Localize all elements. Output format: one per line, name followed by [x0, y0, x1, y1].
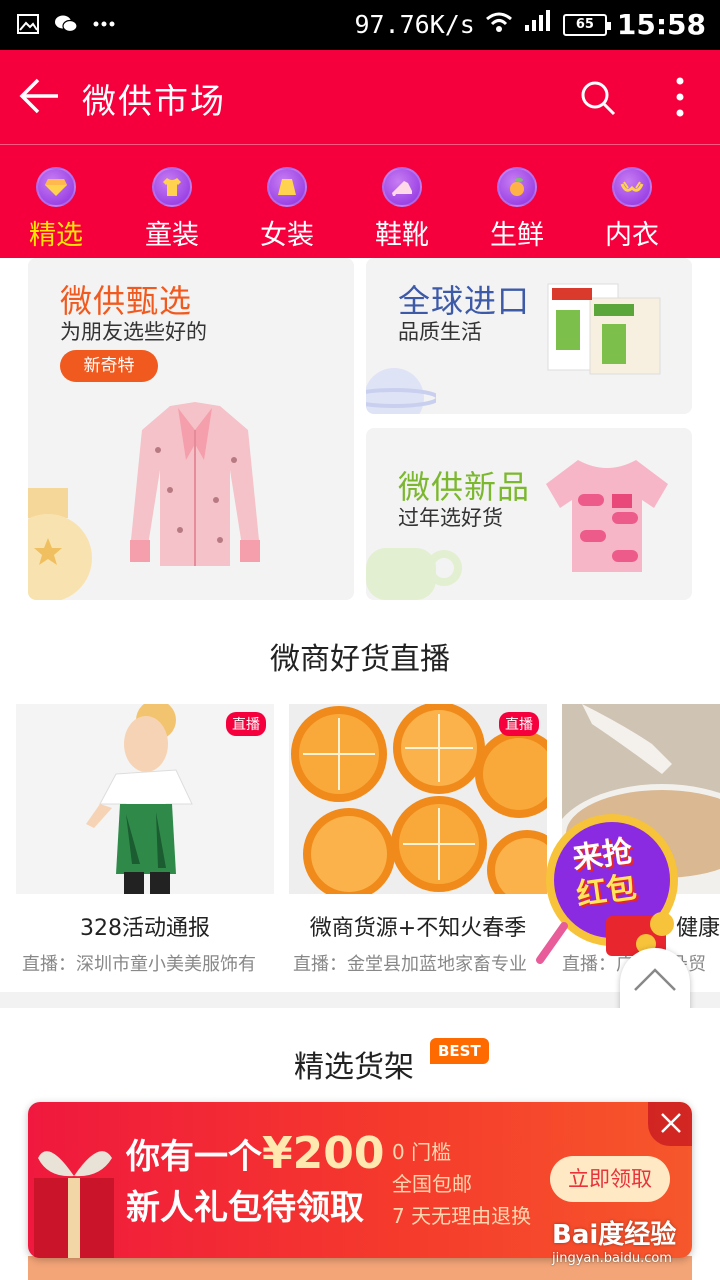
tab-tongzhuang[interactable]: 童装 [122, 167, 222, 252]
category-tabs: 精选 童装 女装 鞋靴 生鲜 内衣 [0, 144, 720, 258]
promo-area: 微供甄选 为朋友选些好的 新奇特 全球进口 品质生活 微供新品 过年选好货 [0, 258, 720, 616]
wifi-icon [485, 10, 513, 40]
chevron-up-icon [634, 968, 676, 991]
cup-decoration-icon [366, 548, 462, 600]
more-notifications-icon [92, 12, 116, 36]
shelf-title: 精选货架 [294, 1050, 414, 1085]
claim-now-button[interactable]: 立即领取 [550, 1156, 670, 1202]
red-packet-button[interactable]: 来抢 红包 [536, 808, 690, 968]
back-arrow-icon [19, 78, 58, 114]
promo-card-weigong-select[interactable]: 微供甄选 为朋友选些好的 新奇特 [28, 258, 354, 600]
tab-jingxuan[interactable]: 精选 [6, 167, 106, 252]
gift-feature: 全国包邮 [392, 1172, 472, 1196]
high-heel-icon [382, 167, 422, 207]
live-badge: 直播 [499, 712, 539, 736]
promo-subtitle: 为朋友选些好的 [60, 320, 207, 344]
promo-subtitle: 品质生活 [398, 320, 482, 344]
section-title: 微商好货直播 [270, 642, 450, 677]
goat-soap-image [547, 283, 661, 375]
tab-label: 内衣 [605, 220, 659, 251]
pink-tshirt-image [546, 460, 668, 572]
pink-blouse-image [130, 402, 260, 566]
promo-card-new-products[interactable]: 微供新品 过年选好货 [366, 428, 692, 600]
live-title: 328活动通报 [80, 916, 210, 941]
gem-icon [36, 167, 76, 207]
app-header: 微供市场 [0, 50, 720, 144]
live-badge: 直播 [226, 712, 266, 736]
tab-neiyi[interactable]: 内衣 [582, 167, 682, 252]
search-button[interactable] [578, 78, 618, 118]
back-button[interactable] [18, 74, 62, 118]
live-subtitle: 直播：深圳市童小美美服饰有 [22, 954, 256, 975]
gift-feature: 0 门槛 [392, 1140, 452, 1164]
wechat-notification-icon [54, 12, 78, 36]
tab-label: 童装 [145, 220, 199, 251]
live-thumbnail: 直播 [16, 704, 274, 894]
planet-decoration-icon [366, 368, 436, 414]
image-notification-icon [16, 12, 40, 36]
tab-label: 鞋靴 [375, 220, 429, 251]
close-icon [661, 1113, 681, 1133]
live-subtitle: 直播：金堂县加蓝地家畜专业 [293, 954, 527, 975]
skirt-icon [267, 167, 307, 207]
gift-line1-prefix: 你有一个 [126, 1137, 262, 1177]
gift-line1: 你有一个¥200 [126, 1128, 384, 1179]
gift-line2: 新人礼包待领取 [126, 1188, 364, 1228]
promo-card-global-import[interactable]: 全球进口 品质生活 [366, 258, 692, 414]
battery-icon: 65 [562, 13, 611, 36]
live-title: 微商货源+不知火春季 [309, 916, 527, 941]
red-packet-line2: 红包 [574, 869, 639, 913]
baidu-watermark: Bai度经验 jingyan.baidu.com [552, 1214, 712, 1274]
gift-box-icon [34, 1151, 114, 1258]
more-menu-button[interactable] [662, 74, 698, 120]
tab-nvzhuang[interactable]: 女装 [237, 167, 337, 252]
status-bar: 97.76K/s 65 15:58 [0, 0, 720, 50]
watermark-url: jingyan.baidu.com [552, 1251, 672, 1266]
live-item[interactable]: 直播 328活动通报 直播：深圳市童小美美服饰有 [16, 704, 274, 976]
bra-icon [612, 167, 652, 207]
gift-feature: 7 天无理由退换 [392, 1204, 532, 1228]
close-banner-button[interactable] [648, 1102, 692, 1146]
gift-amount: ¥200 [262, 1128, 385, 1179]
best-tag: BEST [430, 1038, 489, 1064]
page-title: 微供市场 [82, 82, 226, 122]
medal-decoration-icon [28, 488, 92, 600]
signal-icon [523, 9, 553, 40]
tab-xiexue[interactable]: 鞋靴 [352, 167, 452, 252]
clock: 15:58 [616, 8, 706, 41]
peach-icon [497, 167, 537, 207]
tab-label: 生鲜 [490, 220, 544, 251]
tab-label: 精选 [29, 220, 83, 251]
tab-shengxian[interactable]: 生鲜 [467, 167, 567, 252]
tab-label: 女装 [260, 220, 314, 251]
live-thumbnail: 直播 [289, 704, 547, 894]
promo-subtitle: 过年选好货 [398, 506, 503, 530]
network-speed: 97.76K/s [354, 10, 475, 39]
watermark-logo: Bai度经验 [552, 1220, 677, 1250]
promo-badge: 新奇特 [60, 350, 158, 382]
live-item[interactable]: 直播 微商货源+不知火春季 直播：金堂县加蓝地家畜专业 [289, 704, 547, 976]
more-vertical-icon [676, 77, 684, 117]
kids-shirt-icon [152, 167, 192, 207]
search-icon [581, 81, 616, 116]
